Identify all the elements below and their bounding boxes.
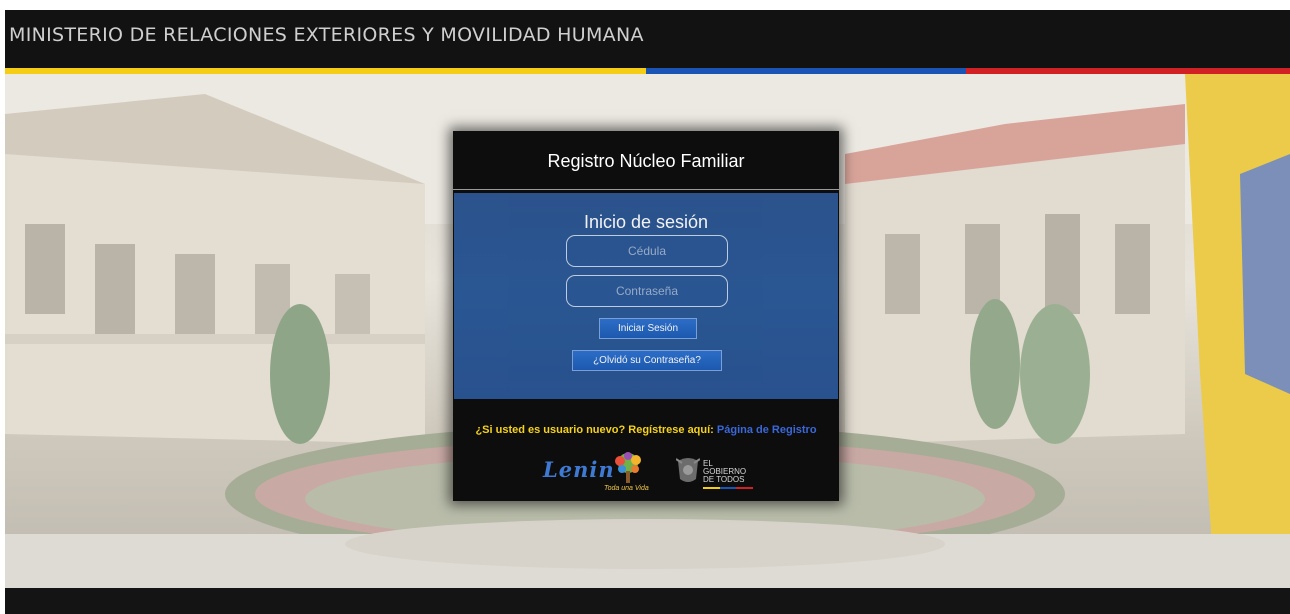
app-frame: MINISTERIO DE RELACIONES EXTERIORES Y MO…: [5, 10, 1290, 614]
login-form: Inicio de sesión Iniciar Sesión ¿Olvidó …: [454, 193, 838, 399]
lenin-logo-icon: Lenin: [543, 457, 615, 482]
gob-bar-red: [736, 487, 754, 489]
login-title: Inicio de sesión: [583, 212, 709, 232]
gobierno-color-bar: [703, 487, 754, 489]
gobierno-text: EL GOBIERNO DE TODOS: [703, 460, 746, 484]
register-prompt-text: ¿Si usted es usuario nuevo? Regístrese a…: [475, 424, 717, 436]
login-button[interactable]: Iniciar Sesión: [599, 318, 697, 339]
ecuador-coat-of-arms-icon: [676, 458, 700, 482]
logos-row: Lenin Toda una Vida EL GOBIERNO DE TODOS: [538, 449, 758, 497]
toda-una-vida-tree-icon: [615, 452, 641, 483]
login-panel: Registro Núcleo Familiar Inicio de sesió…: [453, 131, 839, 501]
tree-caption: Toda una Vida: [604, 485, 649, 492]
ministry-title: MINISTERIO DE RELACIONES EXTERIORES Y MO…: [9, 24, 644, 46]
gob-bar-yellow: [703, 487, 720, 489]
register-link[interactable]: Página de Registro: [717, 424, 817, 436]
gobierno-line-3: DE TODOS: [703, 475, 745, 484]
register-prompt: ¿Si usted es usuario nuevo? Regístrese a…: [453, 424, 839, 436]
footer-bar: [5, 588, 1290, 614]
forgot-password-button[interactable]: ¿Olvidó su Contraseña?: [572, 350, 722, 371]
header-bar: MINISTERIO DE RELACIONES EXTERIORES Y MO…: [5, 10, 1290, 68]
panel-title: Registro Núcleo Familiar: [547, 151, 745, 171]
cedula-input[interactable]: [566, 235, 728, 267]
password-input[interactable]: [566, 275, 728, 307]
panel-header: Registro Núcleo Familiar: [453, 131, 839, 190]
gob-bar-blue: [719, 487, 737, 489]
